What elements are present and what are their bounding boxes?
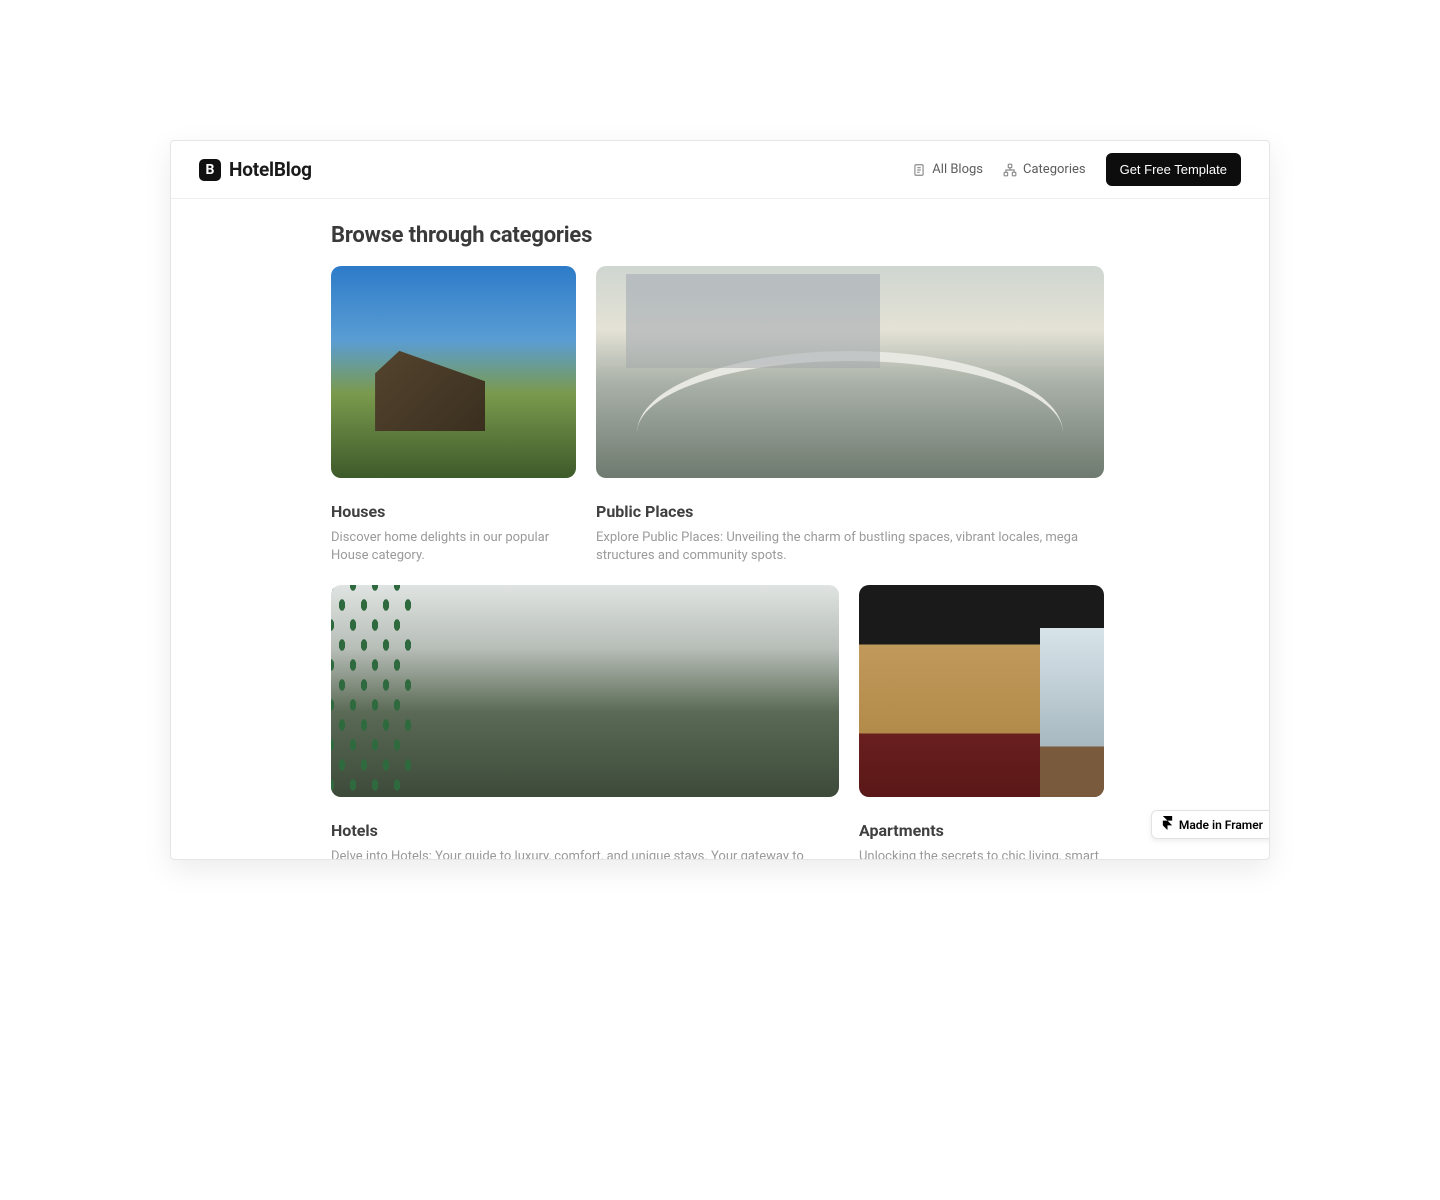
nav-categories[interactable]: Categories [1003, 162, 1086, 177]
page-title: Browse through categories [331, 223, 1109, 248]
get-template-button[interactable]: Get Free Template [1106, 153, 1241, 186]
category-title: Apartments [859, 821, 1104, 840]
category-desc: Explore Public Places: Unveiling the cha… [596, 529, 1104, 565]
framer-icon [1162, 816, 1173, 833]
category-desc: Discover home delights in our popular Ho… [331, 529, 576, 565]
app-window: B HotelBlog All Blogs [170, 140, 1270, 860]
brand-logo-icon: B [199, 159, 221, 181]
content-area: Browse through categories Houses Discove… [171, 199, 1269, 859]
category-image-hotels [331, 585, 839, 797]
category-card-apartments[interactable]: Apartments Unlocking the secrets to chic… [859, 585, 1104, 859]
category-grid: Houses Discover home delights in our pop… [331, 266, 1109, 859]
brand-logo-letter: B [206, 162, 215, 178]
top-bar: B HotelBlog All Blogs [171, 141, 1269, 199]
nav-categories-label: Categories [1023, 162, 1086, 177]
brand[interactable]: B HotelBlog [199, 158, 312, 181]
sitemap-icon [1003, 163, 1017, 177]
category-card-houses[interactable]: Houses Discover home delights in our pop… [331, 266, 576, 565]
category-desc: Delve into Hotels: Your guide to luxury,… [331, 848, 839, 859]
nav-all-blogs-label: All Blogs [932, 162, 983, 177]
made-in-framer-badge[interactable]: Made in Framer [1151, 810, 1270, 839]
nav-right: All Blogs Categories Get Free Template [912, 153, 1241, 186]
category-desc: Unlocking the secrets to chic living, sm… [859, 848, 1104, 859]
category-image-houses [331, 266, 576, 478]
document-icon [912, 163, 926, 177]
category-card-hotels[interactable]: Hotels Delve into Hotels: Your guide to … [331, 585, 839, 859]
category-title: Public Places [596, 502, 1104, 521]
category-image-apartments [859, 585, 1104, 797]
category-title: Houses [331, 502, 576, 521]
category-image-public-places [596, 266, 1104, 478]
category-card-public-places[interactable]: Public Places Explore Public Places: Unv… [596, 266, 1104, 565]
category-title: Hotels [331, 821, 839, 840]
framer-badge-label: Made in Framer [1179, 818, 1263, 832]
nav-all-blogs[interactable]: All Blogs [912, 162, 983, 177]
brand-name: HotelBlog [229, 158, 312, 181]
